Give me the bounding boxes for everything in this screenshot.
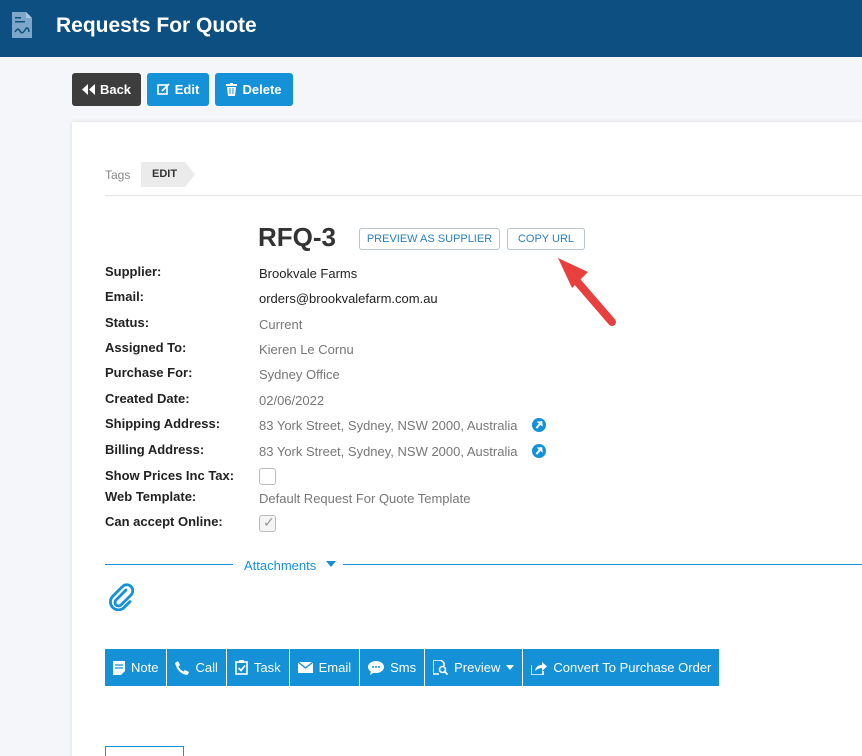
record-title: RFQ-3 — [258, 222, 336, 252]
directions-icon[interactable] — [531, 417, 547, 433]
assigned-to-value: Kieren Le Cornu — [259, 342, 354, 357]
assigned-to-label: Assigned To: — [105, 340, 187, 355]
caret-down-icon[interactable] — [326, 561, 336, 567]
can-accept-online-label: Can accept Online: — [105, 514, 223, 529]
convert-label: Convert To Purchase Order — [553, 660, 712, 675]
email-label: Email — [318, 660, 352, 675]
delete-button[interactable]: Delete — [215, 73, 293, 106]
call-button[interactable]: Call — [167, 649, 227, 686]
phone-icon — [175, 660, 190, 675]
document-icon — [12, 12, 32, 38]
call-label: Call — [195, 660, 218, 675]
chat-bubble-icon — [368, 660, 385, 675]
note-icon — [113, 660, 125, 675]
web-template-label: Web Template: — [105, 489, 197, 504]
task-label: Task — [253, 660, 281, 675]
billing-address-value: 83 York Street, Sydney, NSW 2000, Austra… — [259, 444, 518, 459]
caret-down-icon — [506, 665, 515, 670]
tag-edit-button[interactable]: EDIT — [141, 162, 195, 187]
attachments-divider — [343, 564, 862, 565]
created-date-value: 02/06/2022 — [259, 393, 325, 408]
email-label: Email: — [105, 289, 145, 304]
back-button-label: Back — [99, 82, 132, 97]
attachments-toggle[interactable]: Attachments — [244, 558, 316, 573]
show-prices-inc-tax-checkbox[interactable] — [259, 468, 276, 485]
attachments-divider — [105, 564, 233, 565]
email-button[interactable]: Email — [289, 649, 361, 686]
delete-button-label: Delete — [242, 82, 282, 97]
purchase-for-value: Sydney Office — [259, 367, 340, 382]
trash-icon — [226, 83, 238, 96]
directions-icon[interactable] — [531, 443, 547, 459]
convert-to-purchase-order-button[interactable]: Convert To Purchase Order — [523, 649, 720, 686]
can-accept-online-checkbox: ✓ — [259, 514, 276, 532]
top-bar: Requests For Quote — [0, 0, 862, 57]
tags-label: Tags — [105, 168, 131, 182]
divider — [105, 195, 862, 196]
sms-label: Sms — [390, 660, 417, 675]
note-label: Note — [131, 660, 159, 675]
status-value: Current — [259, 317, 303, 332]
preview-dropdown-button[interactable]: Preview — [425, 649, 524, 686]
activity-action-bar: Note Call Task Email Sms Preview Convert… — [105, 649, 720, 686]
billing-address-label: Billing Address: — [105, 442, 205, 457]
status-label: Status: — [105, 315, 150, 330]
copy-url-button[interactable]: COPY URL — [507, 228, 585, 250]
edit-icon — [156, 83, 170, 95]
envelope-icon — [297, 662, 313, 673]
annotation-arrow-icon — [558, 258, 616, 326]
shipping-address-value: 83 York Street, Sydney, NSW 2000, Austra… — [259, 418, 518, 433]
paperclip-icon[interactable] — [108, 583, 136, 611]
supplier-value: Brookvale Farms — [259, 266, 358, 281]
search-document-icon — [433, 660, 449, 675]
shipping-address-label: Shipping Address: — [105, 416, 221, 431]
task-icon — [235, 660, 248, 675]
preview-label: Preview — [454, 660, 501, 675]
purchase-for-label: Purchase For: — [105, 365, 193, 380]
show-prices-inc-tax-label: Show Prices Inc Tax: — [105, 468, 235, 483]
email-value: orders@brookvalefarm.com.au — [259, 291, 438, 306]
web-template-value: Default Request For Quote Template — [259, 491, 471, 506]
edit-button-label: Edit — [174, 82, 200, 97]
sms-button[interactable]: Sms — [360, 649, 426, 686]
partial-button[interactable] — [105, 746, 184, 756]
supplier-label: Supplier: — [105, 264, 162, 279]
share-icon — [531, 661, 548, 675]
preview-as-supplier-button[interactable]: PREVIEW AS SUPPLIER — [359, 228, 500, 250]
task-button[interactable]: Task — [226, 649, 290, 686]
created-date-label: Created Date: — [105, 391, 190, 406]
edit-button[interactable]: Edit — [147, 73, 209, 106]
checkmark-icon: ✓ — [263, 514, 275, 530]
page-title: Requests For Quote — [56, 14, 257, 37]
rewind-icon — [81, 84, 95, 95]
note-button[interactable]: Note — [105, 649, 168, 686]
back-button[interactable]: Back — [72, 73, 141, 106]
